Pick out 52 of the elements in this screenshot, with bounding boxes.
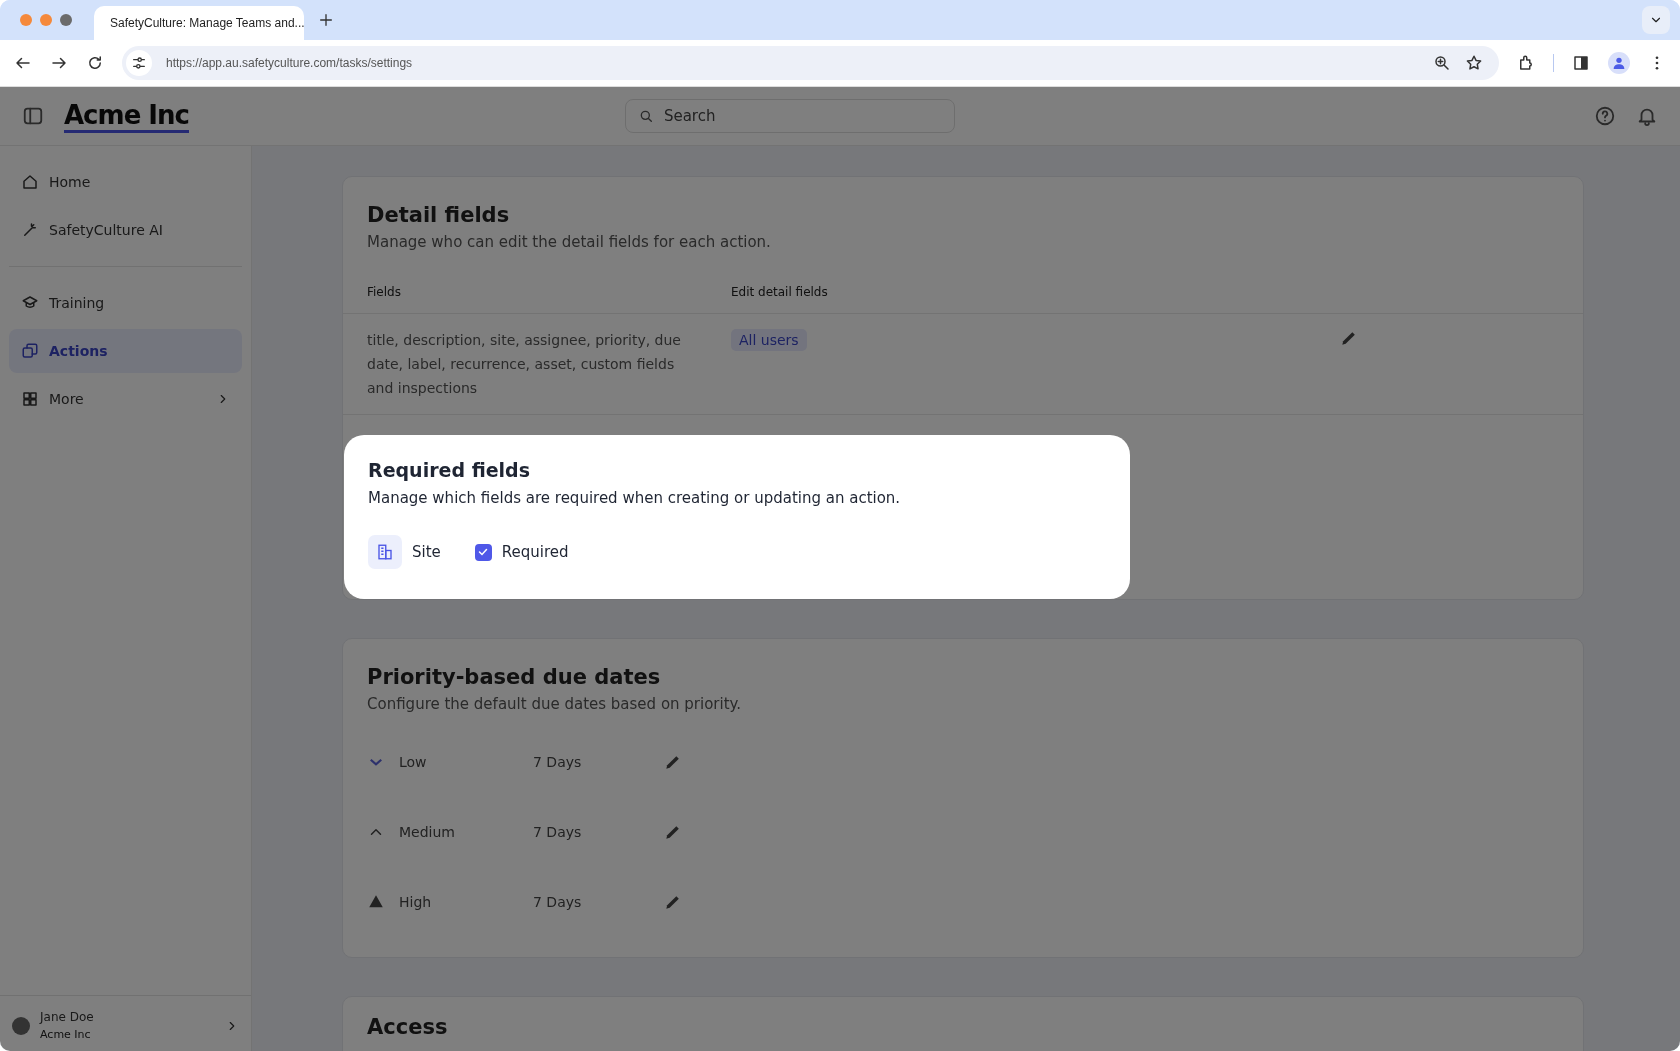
zoom-icon[interactable] xyxy=(1433,54,1451,72)
bookmark-star-icon[interactable] xyxy=(1465,54,1483,72)
url-text: https://app.au.safetyculture.com/tasks/settings xyxy=(166,56,413,70)
user-avatar xyxy=(12,1016,30,1035)
table-cell-text: title, description, site, assignee, priority, due date, label, recurrence, asset, custom fields and inspections xyxy=(367,331,682,398)
due-duration: 7 Days xyxy=(533,894,583,910)
column-header: Edit detail fields xyxy=(731,285,829,299)
sidebar-item[interactable]: Actions xyxy=(9,329,242,373)
window-control-dot[interactable] xyxy=(20,14,32,26)
building-drawing xyxy=(376,543,394,561)
sidebar-toggle-icon[interactable] xyxy=(22,105,44,127)
site-settings-icon[interactable] xyxy=(131,55,147,71)
grid-icon xyxy=(21,390,39,408)
card-title: Required fields xyxy=(368,459,532,481)
column-header: Fields xyxy=(367,285,402,299)
access-badge: All users xyxy=(731,329,807,351)
user-menu[interactable]: Jane Doe Acme Inc xyxy=(0,995,251,1051)
field-label: Site xyxy=(412,543,441,561)
person-icon xyxy=(1611,55,1627,71)
sidebar-item[interactable]: More xyxy=(9,377,242,421)
check-icon xyxy=(477,546,490,558)
priority-label: Medium xyxy=(399,824,456,840)
browser-tab[interactable]: SafetyCulture: Manage Teams and... xyxy=(94,6,304,40)
tab-title: SafetyCulture: Manage Teams and... xyxy=(110,16,305,30)
logo-text[interactable]: Acme Inc xyxy=(64,99,189,133)
actions-icon xyxy=(21,342,39,360)
sidebar-item[interactable]: Home xyxy=(9,160,242,204)
home-icon xyxy=(21,173,39,191)
card-description: Manage who can edit the detail fields for each action. xyxy=(367,233,772,251)
priority-label: Low xyxy=(399,754,428,770)
side-panel-icon[interactable] xyxy=(1572,54,1590,72)
card-description: Configure the default due dates based on priority. xyxy=(367,695,743,713)
extensions-icon[interactable] xyxy=(1517,54,1535,72)
reload-icon[interactable] xyxy=(86,54,104,72)
card-title: Access xyxy=(367,1015,449,1039)
wand-icon xyxy=(21,221,39,239)
search-field[interactable]: Search xyxy=(624,99,955,133)
window-control-dot[interactable] xyxy=(40,14,52,26)
address-bar[interactable]: https://app.au.safetyculture.com/tasks/settings xyxy=(122,46,1499,80)
card-title: Priority-based due dates xyxy=(367,665,662,689)
new-tab-icon[interactable] xyxy=(318,12,334,28)
due-duration: 7 Days xyxy=(533,754,583,770)
sidebar-item[interactable]: SafetyCulture AI xyxy=(9,208,242,252)
window-control-dot[interactable] xyxy=(60,14,72,26)
card-description: Manage which fields are required when creating or updating an action. xyxy=(368,489,902,507)
priority-label: High xyxy=(399,894,433,910)
due-duration: 7 Days xyxy=(533,824,583,840)
help-icon[interactable] xyxy=(1594,105,1616,127)
sidebar-item[interactable]: Training xyxy=(9,281,242,325)
required-checkbox[interactable]: Required xyxy=(474,543,569,561)
profile-avatar[interactable] xyxy=(1608,52,1630,74)
card-title: Detail fields xyxy=(367,203,511,227)
